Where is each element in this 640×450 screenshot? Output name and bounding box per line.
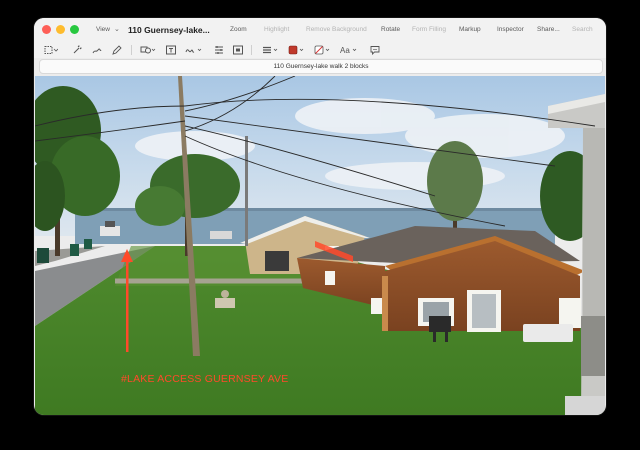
fill-color-icon[interactable] (314, 44, 332, 56)
photo-canvas[interactable]: #LAKE ACCESS GUERNSEY AVE (35, 76, 605, 415)
rotate-button[interactable]: Rotate (381, 26, 400, 33)
inspector-button[interactable]: Inspector (497, 26, 524, 33)
shapes-icon[interactable] (140, 44, 156, 56)
sketch-icon[interactable] (92, 44, 102, 56)
markup-button[interactable]: Markup (459, 26, 481, 33)
concrete-step (565, 396, 605, 415)
signature-icon[interactable] (185, 44, 203, 56)
bench (523, 324, 573, 342)
speech-bubble-icon[interactable] (370, 44, 380, 56)
share-button[interactable]: Share... (537, 26, 560, 33)
window-controls (42, 25, 79, 34)
form-filling-button[interactable]: Form Filling (412, 26, 446, 33)
minimize-button[interactable] (56, 25, 65, 34)
adjust-color-icon[interactable] (214, 44, 224, 56)
text-style-label: Aa (340, 45, 350, 55)
remove-background-button[interactable]: Remove Background (306, 26, 367, 33)
border-color-icon[interactable] (288, 44, 306, 56)
search-field[interactable]: Search (572, 26, 593, 33)
adjust-size-icon[interactable] (233, 44, 243, 56)
title-bar: View ⌄ 110 Guernsey-lake... Zoom Highlig… (34, 18, 606, 42)
text-box-icon[interactable] (166, 44, 176, 56)
preview-window: View ⌄ 110 Guernsey-lake... Zoom Highlig… (34, 18, 606, 415)
view-menu-button[interactable]: View (96, 26, 110, 33)
zoom-window-button[interactable] (70, 25, 79, 34)
filename-bar: 110 Guernsey-lake walk 2 blocks (39, 59, 603, 74)
window-title: 110 Guernsey-lake... (128, 25, 210, 35)
highlight-button[interactable]: Highlight (264, 26, 289, 33)
draw-icon[interactable] (112, 44, 122, 56)
instant-alpha-icon[interactable] (72, 44, 82, 56)
text-style-button[interactable]: Aa (340, 44, 360, 56)
markup-toolbar: Aa (34, 42, 606, 58)
lake-access-annotation[interactable]: #LAKE ACCESS GUERNSEY AVE (121, 373, 288, 385)
rectangular-selection-icon[interactable] (44, 44, 58, 56)
shape-style-icon[interactable] (262, 44, 280, 56)
zoom-button[interactable]: Zoom (230, 26, 247, 33)
close-button[interactable] (42, 25, 51, 34)
chevron-down-icon: ⌄ (114, 26, 120, 33)
